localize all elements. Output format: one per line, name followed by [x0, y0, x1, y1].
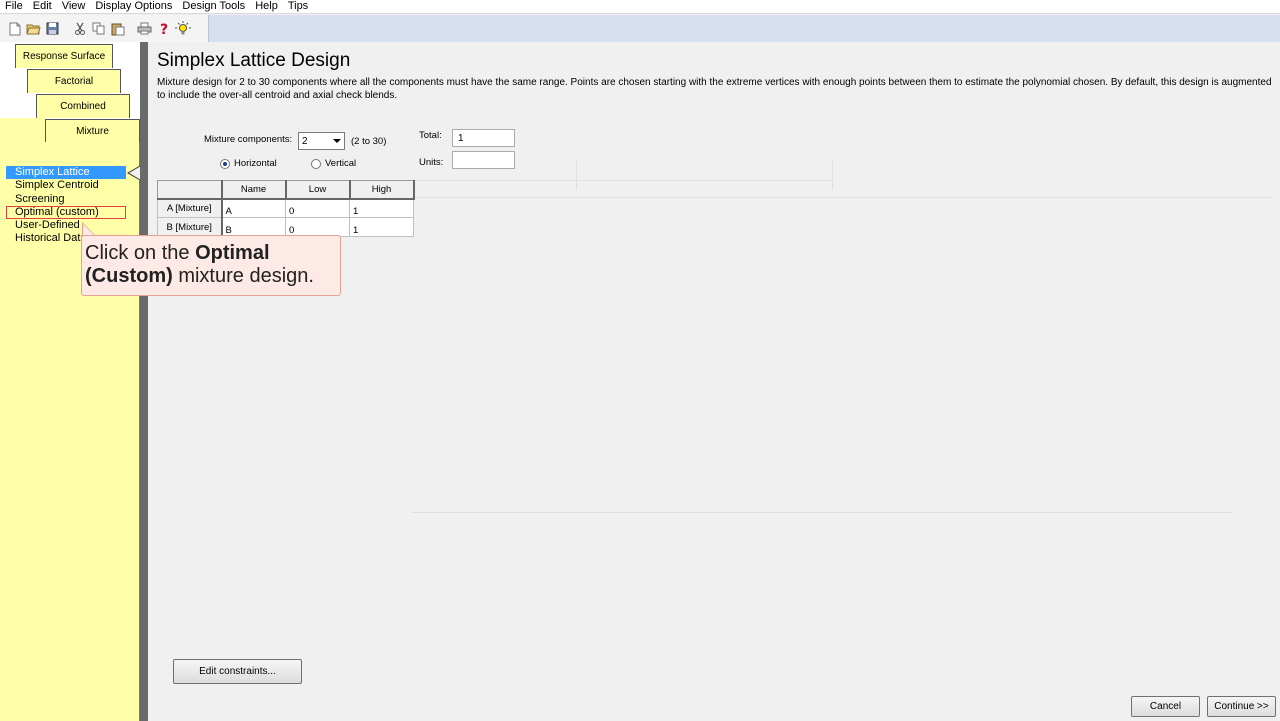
design-user-defined[interactable]: User-Defined [6, 219, 126, 232]
tooltip-suffix: mixture design. [172, 265, 314, 287]
cancel-button[interactable]: Cancel [1131, 696, 1200, 717]
design-list: Simplex Lattice Simplex Centroid Screeni… [6, 166, 126, 246]
design-main-panel: Simplex Lattice Design Mixture design fo… [148, 42, 1280, 721]
menu-display-options[interactable]: Display Options [90, 0, 177, 13]
design-optimal-custom[interactable]: Optimal (custom) [6, 205, 126, 220]
grid-cell-high[interactable]: 1 [349, 217, 414, 237]
page-title: Simplex Lattice Design [157, 50, 351, 71]
design-screening[interactable]: Screening [6, 193, 126, 206]
grid-cell-name[interactable]: A [221, 198, 286, 218]
radio-dot-unselected [311, 158, 321, 169]
svg-text:?: ? [160, 22, 168, 36]
grid-row: B [Mixture] B 0 1 [157, 217, 414, 237]
grid-row: A [Mixture] A 0 1 [157, 198, 414, 218]
toolbar-buttons: ? [0, 15, 208, 42]
continue-button[interactable]: Continue >> [1207, 696, 1276, 717]
help-icon[interactable]: ? [155, 20, 172, 38]
save-icon[interactable] [44, 20, 61, 38]
units-input[interactable] [452, 151, 515, 169]
grid-corner [157, 180, 223, 200]
design-type-panel: Response Surface Factorial Combined Mixt… [0, 42, 141, 721]
tab-combined[interactable]: Combined [36, 94, 130, 118]
design-category-tabs: Response Surface Factorial Combined Mixt… [0, 42, 140, 143]
design-simplex-centroid[interactable]: Simplex Centroid [6, 179, 126, 192]
radio-horizontal-label: Horizontal [234, 158, 277, 169]
units-label: Units: [419, 157, 444, 168]
new-file-icon[interactable] [6, 20, 23, 38]
open-folder-icon[interactable] [25, 20, 42, 38]
radio-vertical[interactable]: Vertical [311, 158, 356, 169]
grid-row-label: A [Mixture] [157, 198, 223, 218]
grid-cell-name[interactable]: B [221, 217, 286, 237]
mixture-components-value: 2 [302, 135, 308, 147]
components-grid: Name Low High A [Mixture] A 0 1 B [Mixtu… [157, 180, 415, 237]
toolbar-empty-area [208, 15, 1280, 42]
tooltip-prefix: Click on the [85, 242, 196, 264]
radio-dot-selected [220, 158, 230, 169]
menu-edit[interactable]: Edit [28, 0, 57, 13]
mixture-components-label: Mixture components: [204, 134, 293, 145]
menu-view[interactable]: View [57, 0, 91, 13]
tab-response-surface[interactable]: Response Surface [15, 44, 113, 68]
tip-bulb-icon[interactable] [174, 20, 191, 38]
toolbar: ? [0, 15, 1280, 42]
design-description: Mixture design for 2 to 30 components wh… [157, 77, 1272, 101]
mixture-components-select[interactable]: 2 [298, 132, 345, 150]
grid-header-high: High [349, 180, 415, 200]
grid-header-name: Name [221, 180, 287, 200]
grid-row-label: B [Mixture] [157, 217, 223, 237]
paste-icon[interactable] [109, 20, 126, 38]
print-icon[interactable] [136, 20, 153, 38]
menu-design-tools[interactable]: Design Tools [177, 0, 250, 13]
tab-factorial[interactable]: Factorial [27, 69, 121, 93]
total-label: Total: [419, 130, 442, 141]
tutorial-callout: Click on the Optimal (Custom) mixture de… [81, 235, 341, 296]
grid-cell-high[interactable]: 1 [349, 198, 414, 218]
menu-bar: File Edit View Display Options Design To… [0, 0, 1280, 14]
radio-vertical-label: Vertical [325, 158, 357, 169]
tab-mixture[interactable]: Mixture [45, 119, 140, 142]
range-hint: (2 to 30) [351, 136, 387, 147]
edit-constraints-button[interactable]: Edit constraints... [173, 659, 302, 684]
chevron-down-icon [333, 139, 341, 143]
grid-header-low: Low [285, 180, 351, 200]
design-simplex-lattice[interactable]: Simplex Lattice [6, 166, 126, 180]
menu-file[interactable]: File [0, 0, 28, 13]
menu-help[interactable]: Help [250, 0, 283, 13]
total-input[interactable]: 1 [452, 129, 515, 147]
menu-tips[interactable]: Tips [283, 0, 313, 13]
grid-cell-low[interactable]: 0 [285, 198, 350, 218]
panel-divider[interactable] [140, 42, 148, 721]
grid-cell-low[interactable]: 0 [285, 217, 350, 237]
cut-icon[interactable] [71, 20, 88, 38]
radio-horizontal[interactable]: Horizontal [220, 158, 277, 169]
copy-icon[interactable] [90, 20, 107, 38]
